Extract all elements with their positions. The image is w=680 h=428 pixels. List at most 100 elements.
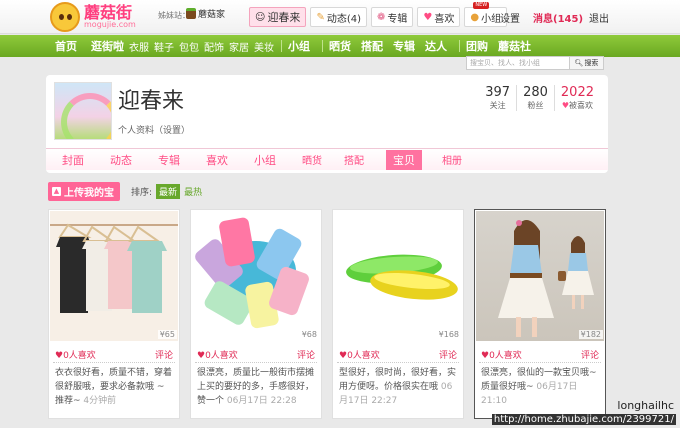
watermark-url: http://home.zhubajie.com/2399721/: [491, 414, 676, 425]
item-price: ¥68: [299, 330, 319, 339]
upload-arrow-icon: ▲: [52, 187, 61, 196]
item-card[interactable]: ¥68 ♥0人喜欢 评论 很漂亮，质量比一般街市摆摊上买的要好的多，手感很好，赞…: [190, 209, 322, 419]
nav-experts[interactable]: 达人: [425, 38, 447, 54]
settings-link[interactable]: 设置: [500, 10, 520, 25]
new-badge: NEW: [473, 2, 490, 9]
top-bar: 蘑菇街 mogujie.com 姊妹站： 蘑菇家 ☺ 迎春来 ✎ 动态(4) ❁…: [0, 0, 680, 34]
nav-groups-main[interactable]: 小组: [288, 38, 310, 54]
tab-feed[interactable]: 动态: [110, 152, 132, 168]
card-divider: [53, 362, 175, 363]
item-description: 很漂亮，质量比一般街市摆摊上买的要好的多，手感很好，赞一个 06月17日 22:…: [197, 368, 315, 406]
nav-outfits[interactable]: 搭配: [361, 38, 383, 54]
tab-outfits[interactable]: 搭配: [344, 152, 364, 167]
avatar[interactable]: [54, 82, 112, 140]
nav-home[interactable]: 首页: [55, 38, 77, 54]
like-button[interactable]: ♥0人喜欢: [339, 348, 380, 361]
user-name: 迎春来: [118, 89, 185, 114]
sort-label: 排序:: [131, 188, 153, 198]
nav-showoff[interactable]: 晒货: [329, 38, 351, 54]
tab-groups[interactable]: 小组: [254, 152, 276, 168]
item-card[interactable]: ¥65 ♥0人喜欢 评论 衣衣很好看，质量不错，穿着很舒服哦，要求必备款哦 ~ …: [48, 209, 180, 419]
main-nav: 首页 逛街啦 衣服 鞋子 包包 配饰 家居 美妆 小组 晒货 搭配 专辑 达人 …: [0, 35, 680, 57]
comment-link[interactable]: 评论: [297, 348, 315, 361]
nav-albums[interactable]: ❁ 专辑: [371, 7, 414, 27]
sister-site-link[interactable]: 蘑菇家: [186, 7, 225, 20]
nav-albums-main[interactable]: 专辑: [393, 38, 415, 54]
stat-liked[interactable]: 2022 ♥被喜欢: [553, 85, 600, 111]
item-image-dress[interactable]: [476, 211, 604, 341]
nav-feed[interactable]: ✎ 动态(4): [310, 7, 367, 27]
nav-clothes[interactable]: 衣服: [129, 39, 149, 54]
nav-shoes[interactable]: 鞋子: [154, 39, 174, 54]
card-divider: [337, 362, 459, 363]
heart-icon: ♥: [423, 11, 433, 23]
comment-link[interactable]: 评论: [581, 348, 599, 361]
profile-tabs: 封面 动态 专辑 喜欢 小组 晒货 搭配 宝贝 相册: [46, 148, 608, 170]
comment-link[interactable]: 评论: [439, 348, 457, 361]
user-stats: 397 关注 280 粉丝 2022 ♥被喜欢: [479, 85, 600, 111]
album-icon: ❁: [377, 11, 386, 23]
comment-link[interactable]: 评论: [155, 348, 173, 361]
pot-icon: [186, 8, 196, 19]
nav-likes[interactable]: ♥ 喜欢: [417, 7, 461, 27]
pencil-icon: ✎: [316, 11, 325, 23]
nav-divider: [459, 40, 460, 52]
tab-items[interactable]: 宝贝: [386, 149, 422, 170]
item-time: 06月17日 22:28: [226, 396, 297, 406]
item-image-phone-cases[interactable]: [192, 211, 320, 341]
messages-link[interactable]: 消息(145): [533, 10, 583, 25]
like-button[interactable]: ♥0人喜欢: [55, 348, 96, 361]
search-button[interactable]: 🔍︎ 搜索: [570, 56, 604, 70]
sort-newest[interactable]: 最新: [156, 184, 181, 199]
heart-icon: ♥: [55, 351, 64, 361]
tab-showoff[interactable]: 晒货: [302, 152, 322, 167]
nav-groupbuy[interactable]: 团购: [466, 38, 488, 54]
group-icon: ●: [470, 11, 480, 23]
watermark-user: longhailhc: [617, 399, 674, 412]
item-image-hanging-tops[interactable]: [50, 211, 178, 341]
tab-likes[interactable]: 喜欢: [206, 152, 228, 168]
item-card[interactable]: ¥168 ♥0人喜欢 评论 型很好，很时尚，很好看，实用方便呀。价格很实在哦 0…: [332, 209, 464, 419]
item-description: 型很好，很时尚，很好看，实用方便呀。价格很实在哦 06月17日 22:27: [339, 368, 457, 406]
heart-icon: ♥: [339, 351, 348, 361]
nav-makeup[interactable]: 美妆: [254, 39, 274, 54]
item-price: ¥182: [578, 330, 603, 339]
nav-divider: [281, 40, 282, 52]
mushroom-logo-icon: [50, 2, 80, 32]
avatar-icon: ☺: [255, 11, 266, 23]
heart-icon: ♥: [561, 101, 570, 110]
search-input[interactable]: 搜宝贝、找人、找小组: [466, 56, 570, 70]
tab-albums[interactable]: 专辑: [158, 152, 180, 168]
logout-link[interactable]: 退出: [589, 10, 609, 25]
nav-benefits[interactable]: 蘑菇社: [498, 38, 531, 54]
user-nav: ☺ 迎春来 ✎ 动态(4) ❁ 专辑 ♥ 喜欢 NEW ● 小组: [249, 2, 508, 28]
upload-button[interactable]: ▲ 上传我的宝: [48, 182, 120, 201]
tab-cover[interactable]: 封面: [62, 152, 84, 168]
nav-profile[interactable]: ☺ 迎春来: [249, 7, 307, 27]
item-description: 很漂亮，很仙的一款宝贝哦~质量很好哦~ 06月17日 21:10: [481, 368, 597, 406]
site-logo[interactable]: 蘑菇街 mogujie.com: [50, 2, 136, 32]
items-toolbar: ▲ 上传我的宝 排序: 最新 最热: [48, 182, 202, 201]
logo-text: 蘑菇街: [84, 3, 133, 22]
profile-settings-link[interactable]: 个人资料（设置）: [118, 123, 190, 136]
nav-browse[interactable]: 逛街啦: [91, 38, 124, 54]
item-time: 4分钟前: [83, 396, 117, 406]
card-divider: [479, 362, 601, 363]
search-bar: 搜宝贝、找人、找小组 🔍︎ 搜索: [466, 56, 606, 70]
like-button[interactable]: ♥0人喜欢: [197, 348, 238, 361]
item-card[interactable]: ¥182 ♥0人喜欢 评论 很漂亮，很仙的一款宝贝哦~质量很好哦~ 06月17日…: [474, 209, 606, 419]
stat-following[interactable]: 397 关注: [479, 85, 516, 111]
nav-accessories[interactable]: 配饰: [204, 39, 224, 54]
nav-divider: [322, 40, 323, 52]
nav-home-goods[interactable]: 家居: [229, 39, 249, 54]
item-image-power-banks[interactable]: [334, 211, 462, 341]
item-price: ¥168: [436, 330, 461, 339]
card-divider: [195, 362, 317, 363]
sort-hottest[interactable]: 最热: [184, 185, 202, 198]
nav-bags[interactable]: 包包: [179, 39, 199, 54]
tab-photos[interactable]: 相册: [442, 152, 462, 167]
logo-domain: mogujie.com: [84, 20, 136, 29]
profile-card: 迎春来 个人资料（设置） 397 关注 280 粉丝 2022 ♥被喜欢 封面 …: [46, 75, 608, 173]
stat-fans[interactable]: 280 粉丝: [516, 85, 554, 111]
like-button[interactable]: ♥0人喜欢: [481, 348, 522, 361]
